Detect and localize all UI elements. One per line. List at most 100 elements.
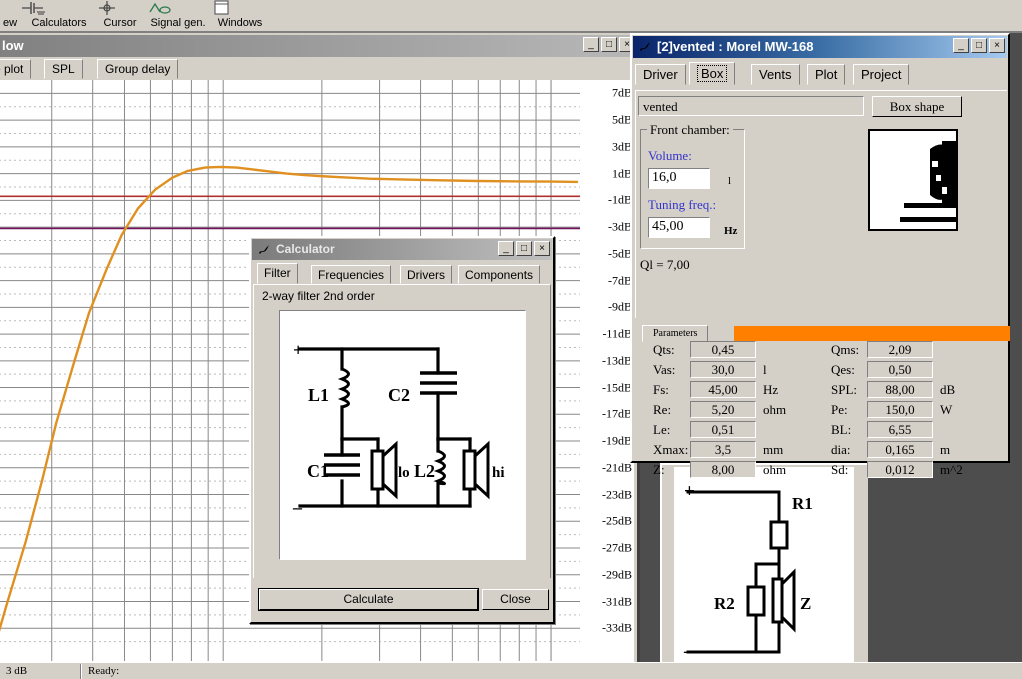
tab-impulse-plot[interactable]: se plot — [0, 59, 32, 79]
tab-drivers[interactable]: Drivers — [400, 265, 452, 284]
vented-title: [2]vented : Morel MW-168 — [657, 39, 814, 54]
vented-close-button[interactable]: × — [989, 38, 1005, 53]
tuning-freq-label: Tuning freq.: — [648, 197, 717, 212]
chart-y-tick-label: -19dB — [602, 433, 632, 448]
chart-y-tick-label: -31dB — [602, 594, 632, 608]
svg-text:hi: hi — [492, 465, 505, 481]
tab-components[interactable]: Components — [458, 265, 541, 284]
crossover-circuit-diagram: + – L1 C2 C1 lo L2 hi — [279, 310, 526, 560]
param-value-field[interactable]: 0,45 — [690, 341, 756, 358]
tab-filter[interactable]: Filter — [257, 263, 298, 284]
parameters-grid: Qts: 0,45 Vas: 30,0 l Fs: 45,00 Hz Re: 5,20 ohm Le:… — [635, 341, 1009, 493]
param-unit: ohm — [763, 402, 787, 417]
svg-text:–: – — [683, 641, 694, 662]
chart-y-tick-label: -5dB — [608, 246, 632, 261]
param-value-field[interactable]: 0,165 — [867, 441, 933, 458]
tab-label: se plot — [0, 62, 24, 76]
calculator-window-controls: _ □ × — [498, 241, 550, 256]
box-name-field[interactable]: vented — [638, 96, 864, 116]
toolbar-item-windows[interactable]: Windows — [210, 0, 270, 33]
box-shape-button[interactable]: Box shape — [872, 96, 962, 117]
volume-input[interactable]: 16,0 — [648, 168, 710, 189]
calculator-buttonbar: Calculate Close — [258, 588, 549, 611]
tab-group-delay[interactable]: Group delay — [97, 59, 179, 79]
chart-y-tick-label: 1dB — [611, 166, 632, 181]
windows-icon — [210, 0, 270, 17]
status-ready-text: Ready: — [88, 665, 120, 677]
param-value-field[interactable]: 30,0 — [690, 361, 756, 378]
svg-text:C2: C2 — [388, 385, 410, 405]
tab-vents[interactable]: Vents — [751, 64, 800, 85]
tab-label: Project — [861, 67, 902, 82]
param-value-field[interactable]: 0,51 — [690, 421, 756, 438]
param-value-field[interactable]: 2,09 — [867, 341, 933, 358]
tuning-freq-input[interactable]: 45,00 — [648, 217, 710, 238]
tab-spl[interactable]: SPL — [44, 59, 83, 79]
calculator-title: Calculator — [276, 242, 335, 256]
calculate-button[interactable]: Calculate — [258, 588, 479, 611]
chart-y-tick-label: -11dB — [602, 326, 632, 341]
chart-y-tick-label: -21dB — [602, 460, 632, 475]
tab-label: Vents — [759, 67, 792, 82]
chart-y-tick-label: -13dB — [602, 353, 632, 368]
tab-label: Driver — [643, 67, 678, 82]
param-label: BL: — [831, 422, 852, 437]
param-label: Xmax: — [653, 442, 689, 457]
toolbar-item-signal-gen[interactable]: Signal gen. — [144, 0, 212, 33]
project-icon — [637, 39, 653, 54]
plot-tabstrip: se plot SPL Group delay — [0, 57, 637, 80]
param-value-field[interactable]: 0,012 — [867, 461, 933, 478]
vented-titlebar[interactable]: [2]vented : Morel MW-168 _ □ × — [633, 36, 1007, 58]
param-value-field[interactable]: 8,00 — [690, 461, 756, 478]
tab-label: Plot — [815, 67, 838, 82]
param-value-field[interactable]: 88,00 — [867, 381, 933, 398]
param-unit: m^2 — [940, 462, 963, 477]
ql-value-label: Ql = 7,00 — [640, 257, 690, 272]
toolbar-item-calculators[interactable]: Calculators — [20, 0, 98, 33]
vented-maximize-button[interactable]: □ — [971, 38, 987, 53]
tab-driver[interactable]: Driver — [635, 64, 686, 85]
volume-unit: l — [728, 175, 732, 187]
param-value-field[interactable]: 6,55 — [867, 421, 933, 438]
chart-y-tick-label: -23dB — [602, 487, 632, 502]
chart-y-tick-label: -1dB — [608, 192, 632, 207]
parameters-tabstrip: Parameters — [634, 325, 1010, 342]
svg-text:–: – — [292, 497, 303, 517]
vented-project-window: [2]vented : Morel MW-168 _ □ × Driver Bo… — [630, 33, 1010, 478]
param-label: Pe: — [831, 402, 848, 417]
param-label: Qes: — [831, 362, 855, 377]
param-value-field[interactable]: 0,50 — [867, 361, 933, 378]
close-button[interactable]: Close — [482, 589, 549, 610]
param-value-field[interactable]: 3,5 — [690, 441, 756, 458]
plot-window-title: low — [2, 38, 24, 53]
param-value-field[interactable]: 150,0 — [867, 401, 933, 418]
tab-parameters[interactable]: Parameters — [642, 325, 709, 342]
tab-box[interactable]: Box — [689, 62, 736, 85]
param-label: Sd: — [831, 462, 849, 477]
param-value-field[interactable]: 5,20 — [690, 401, 756, 418]
param-label: Vas: — [653, 362, 676, 377]
front-chamber-legend: Front chamber: — [647, 122, 733, 138]
toolbar-item-cursor[interactable]: Cursor — [96, 0, 144, 33]
vented-minimize-button[interactable]: _ — [953, 38, 969, 53]
param-label: Z: — [653, 462, 665, 477]
calculator-titlebar[interactable]: Calculator _ □ × — [252, 239, 552, 260]
plot-minimize-button[interactable]: _ — [583, 37, 599, 52]
param-unit: m — [940, 442, 951, 457]
calculator-minimize-button[interactable]: _ — [498, 241, 514, 256]
svg-text:R1: R1 — [792, 494, 813, 513]
calculator-maximize-button[interactable]: □ — [516, 241, 532, 256]
signal-generator-icon — [144, 0, 212, 17]
chart-y-tick-label: 7dB — [611, 85, 632, 100]
tab-plot[interactable]: Plot — [807, 64, 846, 85]
status-left-value: 3 dB — [6, 665, 28, 677]
param-value-field[interactable]: 45,00 — [690, 381, 756, 398]
param-unit: ohm — [763, 462, 787, 477]
box-shape-preview[interactable] — [868, 129, 958, 231]
plot-window-titlebar[interactable]: low _ □ × — [0, 35, 637, 57]
calculator-close-button[interactable]: × — [534, 241, 550, 256]
plot-maximize-button[interactable]: □ — [601, 37, 617, 52]
tab-project[interactable]: Project — [853, 64, 910, 85]
tab-frequencies[interactable]: Frequencies — [311, 265, 392, 284]
chart-y-tick-label: 3dB — [611, 139, 632, 154]
